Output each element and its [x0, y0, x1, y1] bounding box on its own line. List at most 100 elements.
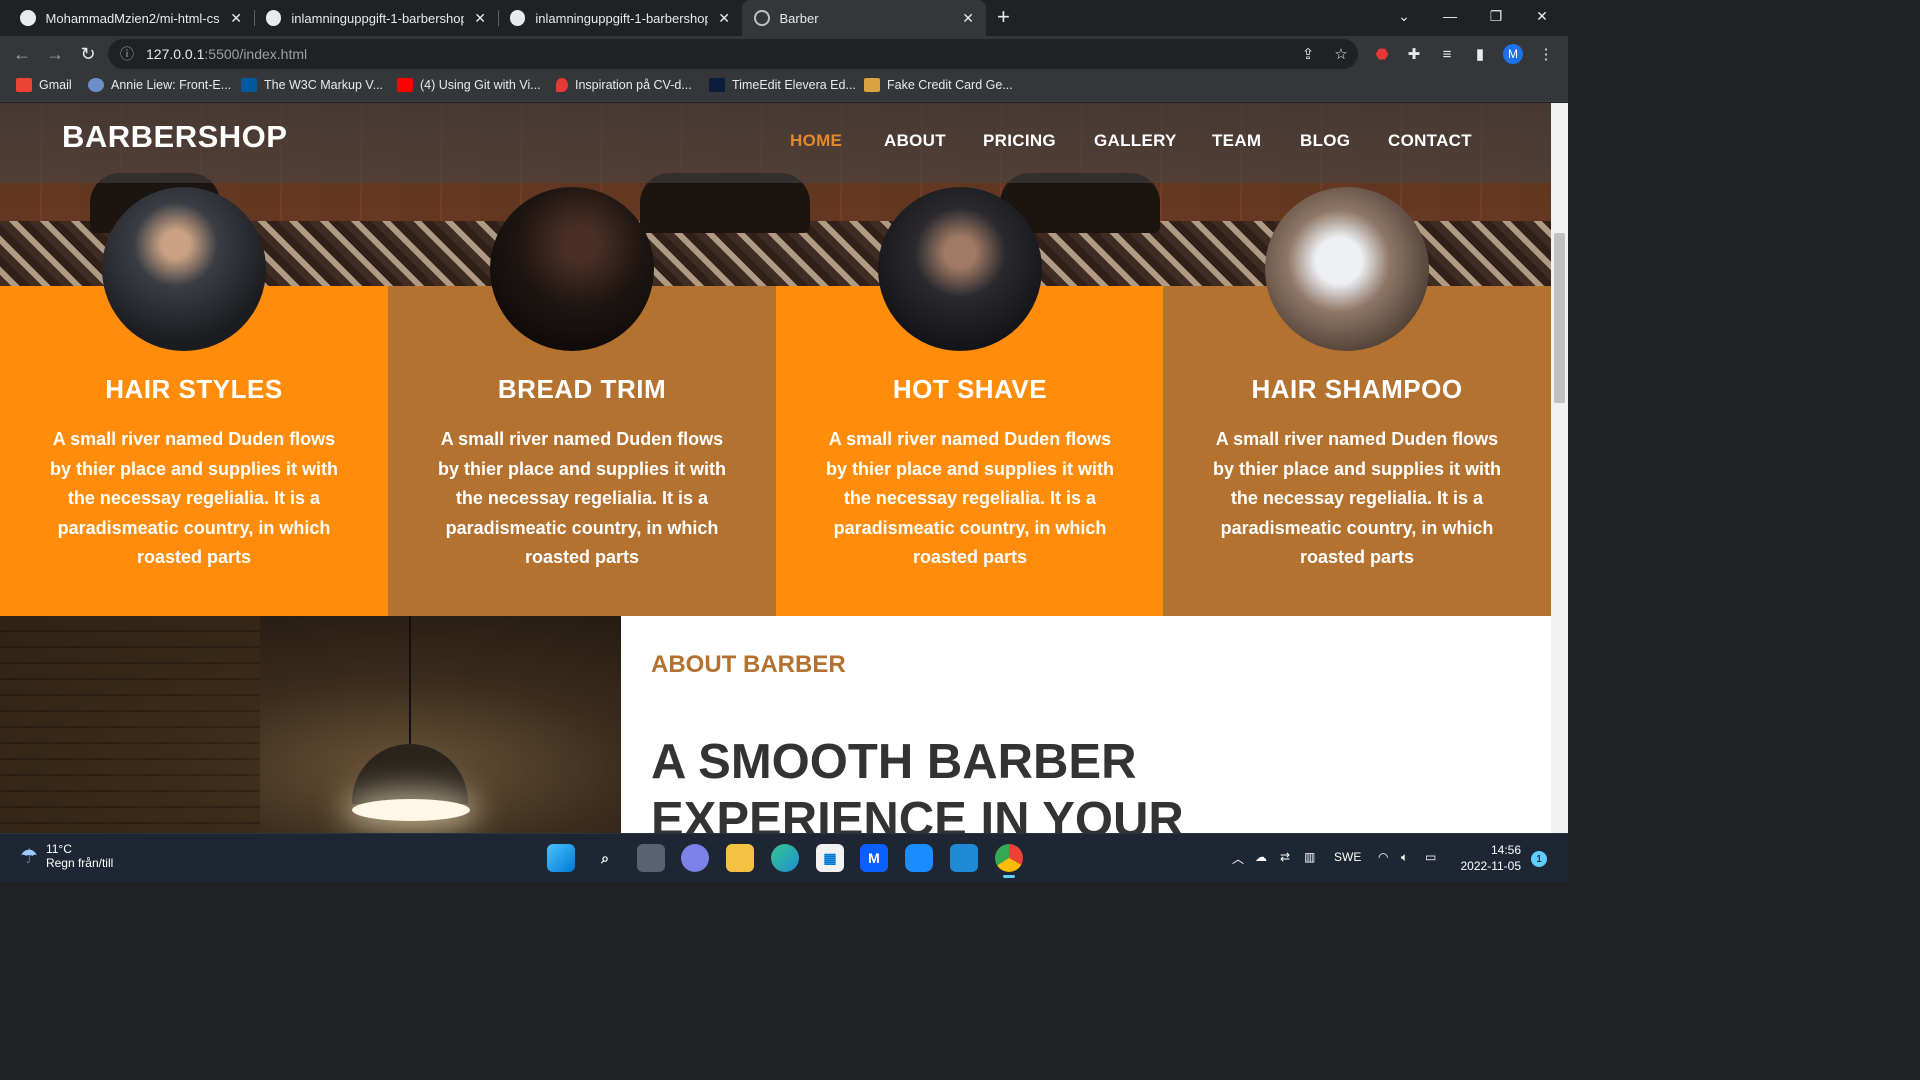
nav-about[interactable]: ABOUT	[884, 131, 946, 151]
share-icon[interactable]: ⇪	[1298, 44, 1318, 64]
site-info-icon[interactable]: ⓘ	[120, 44, 134, 64]
language-indicator[interactable]: SWE	[1334, 850, 1361, 864]
page-scrollbar[interactable]	[1551, 103, 1568, 833]
close-tab-icon[interactable]: ✕	[718, 10, 730, 27]
tab-title: MohammadMzien2/mi-html-css	[45, 10, 221, 26]
windows-start-icon[interactable]	[547, 844, 575, 872]
url-host: 127.0.0.1	[146, 46, 205, 62]
about-lamp-image	[0, 616, 621, 833]
mail-app-icon[interactable]: M	[860, 844, 888, 872]
search-icon[interactable]: ⌕	[591, 844, 619, 872]
browser-tab-3[interactable]: inlamninguppgift-1-barbershop- ✕	[498, 0, 742, 36]
weather-widget[interactable]: ☂ 11°C Regn från/till	[20, 842, 113, 870]
lamp-cord	[409, 616, 411, 744]
tab-title: inlamninguppgift-1-barbershop-	[291, 10, 465, 26]
browser-tab-4-active[interactable]: Barber ✕	[742, 0, 986, 36]
nav-contact[interactable]: CONTACT	[1388, 131, 1472, 151]
nav-blog[interactable]: BLOG	[1300, 131, 1350, 151]
close-tab-icon[interactable]: ✕	[962, 10, 974, 27]
restore-button[interactable]: ❐	[1473, 0, 1519, 32]
service-title: HAIR SHAMPOO	[1251, 374, 1463, 404]
weather-description: Regn från/till	[45, 856, 114, 870]
bookmark-fake-credit-card[interactable]: Fake Credit Card Ge...	[864, 78, 1013, 92]
about-heading-line: EXPERIENCE IN YOUR	[651, 793, 1184, 833]
close-window-button[interactable]: ✕	[1519, 0, 1565, 32]
nav-pricing[interactable]: PRICING	[983, 131, 1056, 151]
nav-team[interactable]: TEAM	[1212, 131, 1261, 151]
service-description-line: the necessay regelialia. It is a	[455, 488, 709, 509]
volume-icon[interactable]: 🔈︎	[1401, 850, 1408, 865]
nav-gallery[interactable]: GALLERY	[1094, 131, 1177, 151]
service-photo-hair-shampoo	[1265, 187, 1429, 351]
bookmark-gmail[interactable]: Gmail	[16, 78, 72, 92]
bookmark-annie-liew[interactable]: Annie Liew: Front-E...	[88, 78, 231, 92]
onedrive-cloud-icon[interactable]: ☁	[1255, 850, 1267, 864]
tray-overflow-chevron-icon[interactable]: ︿	[1232, 850, 1244, 867]
edge-browser-icon[interactable]	[771, 844, 799, 872]
bookmark-youtube[interactable]: (4) Using Git with Vi...	[397, 78, 541, 92]
bookmark-star-icon[interactable]: ☆	[1331, 44, 1351, 64]
service-description-line: roasted parts	[136, 547, 252, 568]
back-arrow-icon[interactable]: ←	[10, 42, 34, 66]
reload-icon[interactable]: ↻	[76, 42, 100, 66]
rain-cloud-icon: ☂	[20, 845, 38, 868]
battery-icon[interactable]: ▭	[1425, 850, 1436, 864]
service-description-line: by thier place and supplies it with	[49, 458, 339, 479]
messenger-icon[interactable]	[905, 844, 933, 872]
task-view-icon[interactable]	[637, 844, 665, 872]
service-description-line: A small river named Duden flows	[52, 429, 336, 449]
about-label: ABOUT BARBER	[651, 651, 846, 678]
side-panel-icon[interactable]: ▮	[1470, 44, 1490, 64]
browser-tab-2[interactable]: inlamninguppgift-1-barbershop- ✕	[254, 0, 498, 36]
service-description-line: the necessay regelialia. It is a	[67, 488, 321, 509]
service-title: BREAD TRIM	[497, 374, 667, 404]
close-tab-icon[interactable]: ✕	[230, 10, 242, 27]
wifi-icon[interactable]: ◠	[1378, 850, 1388, 864]
service-description-line: by thier place and supplies it with	[1212, 458, 1502, 479]
media-queue-icon[interactable]: ≡	[1437, 44, 1457, 64]
globe-icon	[754, 10, 770, 26]
close-tab-icon[interactable]: ✕	[474, 10, 486, 27]
profile-avatar[interactable]: M	[1503, 44, 1523, 64]
card-icon	[864, 78, 880, 92]
site-logo[interactable]: BARBERSHOP	[62, 119, 287, 155]
bookmark-timeedit[interactable]: TimeEdit Elevera Ed...	[709, 78, 856, 92]
brick-wall	[0, 616, 260, 833]
bookmark-inspiration[interactable]: Inspiration på CV-d...	[556, 78, 692, 92]
minimize-button[interactable]: —	[1427, 0, 1473, 32]
new-tab-button[interactable]: +	[997, 4, 1010, 30]
tab-search-chevron-icon[interactable]: ⌄	[1381, 0, 1427, 32]
system-clock[interactable]: 14:56 2022-11-05	[1455, 842, 1522, 874]
nav-home[interactable]: HOME	[790, 131, 842, 151]
browser-tab-1[interactable]: MohammadMzien2/mi-html-css ✕	[8, 0, 254, 36]
extensions-puzzle-icon[interactable]: ✚	[1404, 44, 1424, 64]
service-description-line: by thier place and supplies it with	[437, 458, 727, 479]
extension-shield-icon[interactable]: ⬣	[1372, 44, 1392, 64]
browser-tab-strip: MohammadMzien2/mi-html-css ✕ inlamningup…	[0, 0, 1568, 36]
teams-chat-icon[interactable]	[681, 844, 709, 872]
lamp-shade	[352, 744, 468, 804]
service-description-line: paradismeatic country, in which	[1220, 517, 1494, 538]
forward-arrow-icon[interactable]: →	[43, 42, 67, 66]
browser-menu-icon[interactable]: ⋮	[1536, 44, 1556, 64]
service-photo-bread-trim	[490, 187, 654, 351]
avatar-icon	[88, 78, 104, 92]
page-viewport: BARBERSHOP HOME ABOUT PRICING GALLERY TE…	[0, 103, 1551, 833]
file-explorer-icon[interactable]	[726, 844, 754, 872]
scrollbar-thumb[interactable]	[1554, 233, 1565, 403]
service-title: HOT SHAVE	[892, 374, 1048, 404]
bookmark-w3c[interactable]: The W3C Markup V...	[241, 78, 383, 92]
service-description-line: by thier place and supplies it with	[825, 458, 1115, 479]
timeedit-icon	[709, 78, 725, 92]
address-bar[interactable]: ⓘ 127.0.0.1:5500/index.html	[108, 39, 1358, 69]
notification-badge[interactable]: 1	[1531, 851, 1547, 867]
clock-time: 14:56	[1490, 843, 1521, 857]
github-icon	[266, 10, 282, 26]
microsoft-store-icon[interactable]: ▦	[816, 844, 844, 872]
chrome-icon[interactable]	[995, 844, 1023, 878]
weather-temperature: 11°C	[45, 842, 72, 856]
service-description-line: roasted parts	[1299, 547, 1415, 568]
network-transfer-icon[interactable]: ⇄	[1280, 850, 1290, 864]
meter-icon[interactable]: ▥	[1304, 850, 1315, 864]
vscode-icon[interactable]	[950, 844, 978, 872]
